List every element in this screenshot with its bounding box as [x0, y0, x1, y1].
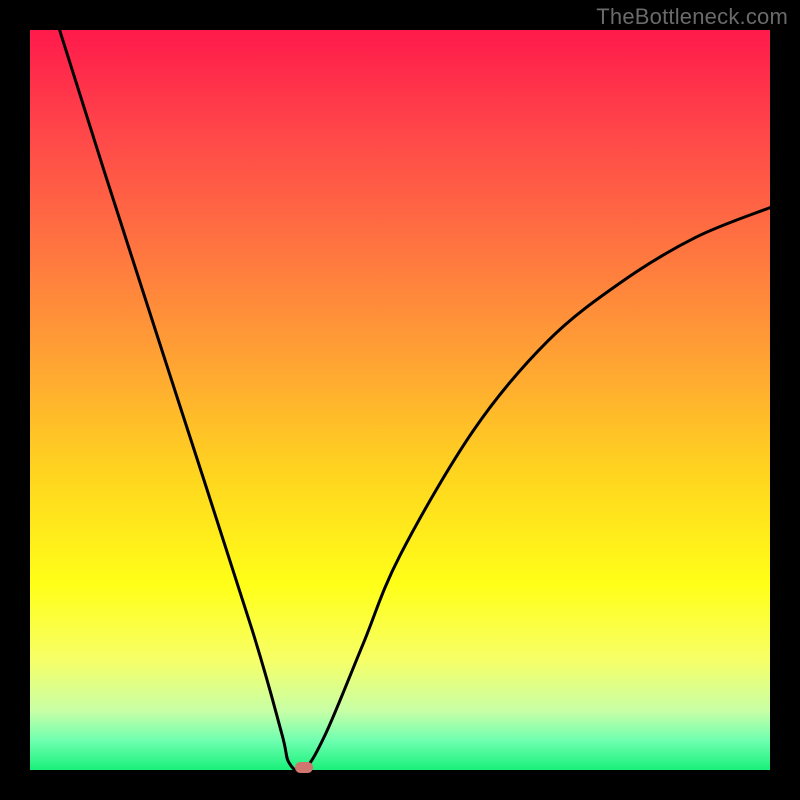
- plot-area: [30, 30, 770, 770]
- bottleneck-curve: [30, 30, 770, 770]
- curve-path: [60, 30, 770, 770]
- minimum-marker: [295, 762, 313, 773]
- watermark-text: TheBottleneck.com: [596, 4, 788, 30]
- chart-frame: TheBottleneck.com: [0, 0, 800, 800]
